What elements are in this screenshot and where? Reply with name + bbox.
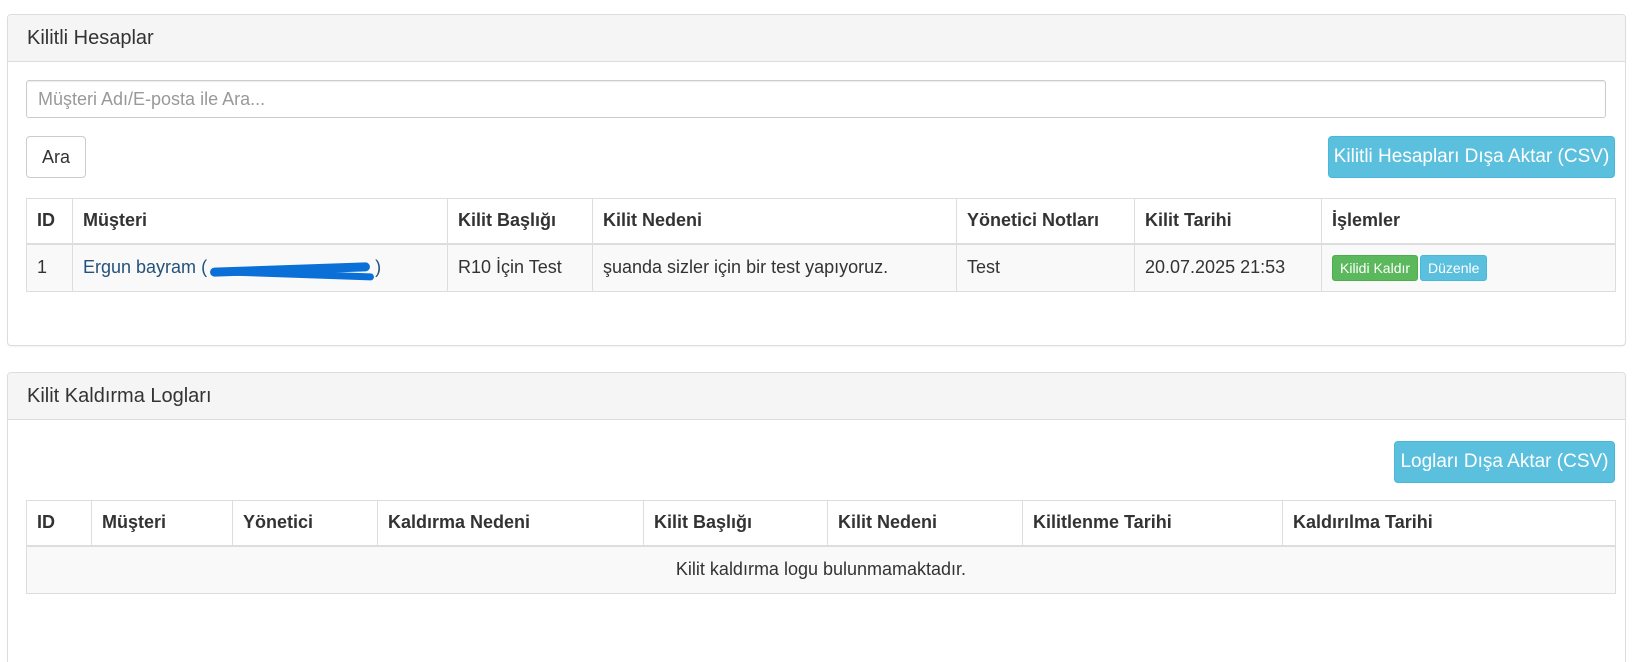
log-col-lock-reason: Kilit Nedeni <box>827 500 1023 547</box>
cell-lock-title: R10 İçin Test <box>447 243 593 292</box>
log-col-id: ID <box>26 500 92 547</box>
customer-paren-open: ( <box>201 257 208 278</box>
cell-customer: Ergun bayram () <box>72 243 448 292</box>
locked-accounts-title: Kilitli Hesaplar <box>8 15 1625 62</box>
log-col-removal-date: Kaldırılma Tarihi <box>1282 500 1616 547</box>
cell-id: 1 <box>26 243 73 292</box>
log-col-lock-title: Kilit Başlığı <box>643 500 828 547</box>
customer-name: Ergun bayram <box>83 257 197 278</box>
customer-paren-close: ) <box>375 257 382 278</box>
col-customer: Müşteri <box>72 198 448 245</box>
empty-logs-message: Kilit kaldırma logu bulunmamaktadır. <box>26 545 1616 594</box>
unlock-logs-table: ID Müşteri Yönetici Kaldırma Nedeni Kili… <box>26 500 1616 594</box>
logs-header-row: ID Müşteri Yönetici Kaldırma Nedeni Kili… <box>26 500 1616 547</box>
col-id: ID <box>26 198 73 245</box>
log-col-customer: Müşteri <box>91 500 233 547</box>
col-lock-date: Kilit Tarihi <box>1134 198 1322 245</box>
log-col-admin: Yönetici <box>232 500 378 547</box>
search-input[interactable] <box>26 80 1606 118</box>
log-col-removal-reason: Kaldırma Nedeni <box>377 500 644 547</box>
unlock-logs-title: Kilit Kaldırma Logları <box>8 373 1625 420</box>
export-locked-csv-button[interactable]: Kilitli Hesapları Dışa Aktar (CSV) <box>1328 136 1615 178</box>
table-row: 1 Ergun bayram () R10 İçin Test şuanda s… <box>26 243 1616 292</box>
col-lock-title: Kilit Başlığı <box>447 198 593 245</box>
edit-button[interactable]: Düzenle <box>1420 254 1488 281</box>
customer-link[interactable]: Ergun bayram () <box>83 257 381 277</box>
col-actions: İşlemler <box>1321 198 1616 245</box>
unlock-logs-panel: Kilit Kaldırma Logları Logları Dışa Akta… <box>7 372 1626 662</box>
unlock-button[interactable]: Kilidi Kaldır <box>1332 254 1419 281</box>
table-header-row: ID Müşteri Kilit Başlığı Kilit Nedeni Yö… <box>26 198 1616 245</box>
cell-actions: Kilidi Kaldır Düzenle <box>1321 243 1616 292</box>
locked-accounts-panel: Kilitli Hesaplar Ara Kilitli Hesapları D… <box>7 14 1626 346</box>
col-lock-reason: Kilit Nedeni <box>592 198 957 245</box>
col-admin-notes: Yönetici Notları <box>956 198 1135 245</box>
table-row: Kilit kaldırma logu bulunmamaktadır. <box>26 545 1616 594</box>
locked-accounts-table: ID Müşteri Kilit Başlığı Kilit Nedeni Yö… <box>26 198 1616 292</box>
export-logs-csv-button[interactable]: Logları Dışa Aktar (CSV) <box>1394 441 1615 483</box>
redacted-email-mark <box>208 260 374 278</box>
search-button[interactable]: Ara <box>26 136 86 178</box>
cell-lock-reason: şuanda sizler için bir test yapıyoruz. <box>592 243 957 292</box>
cell-admin-notes: Test <box>956 243 1135 292</box>
log-col-lock-date: Kilitlenme Tarihi <box>1022 500 1283 547</box>
cell-lock-date: 20.07.2025 21:53 <box>1134 243 1322 292</box>
